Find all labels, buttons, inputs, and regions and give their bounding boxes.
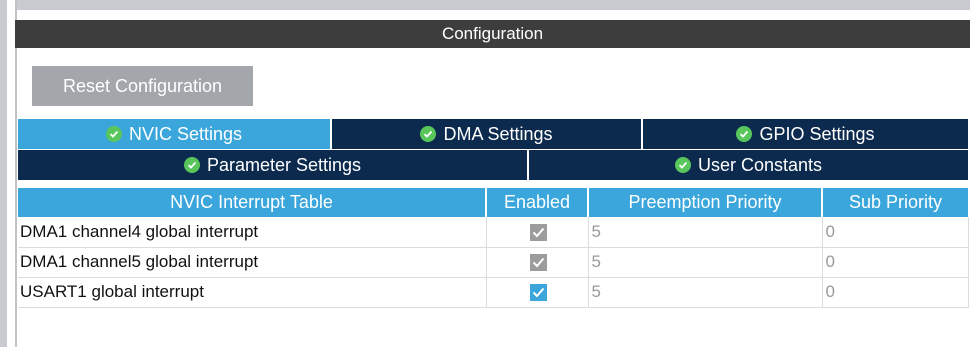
- preemption-priority-value[interactable]: 5: [588, 247, 823, 278]
- interrupt-name: USART1 global interrupt: [18, 277, 487, 308]
- sub-priority-value[interactable]: 0: [822, 277, 969, 308]
- panel-left-border: [15, 0, 17, 347]
- table-row[interactable]: DMA1 channel5 global interrupt 5 0: [18, 247, 969, 278]
- checkbox-icon[interactable]: [529, 254, 547, 272]
- table-row[interactable]: DMA1 channel4 global interrupt 5 0: [18, 217, 969, 248]
- tab-user-constants[interactable]: User Constants: [529, 150, 968, 180]
- tab-label: GPIO Settings: [759, 123, 875, 144]
- nvic-interrupt-table: NVIC Interrupt Table Enabled Preemption …: [18, 188, 969, 308]
- configuration-title: Configuration: [441, 24, 544, 43]
- check-circle-icon: [736, 126, 753, 142]
- enabled-cell: [486, 247, 589, 278]
- column-header-preemption[interactable]: Preemption Priority: [588, 188, 823, 217]
- check-circle-icon: [105, 126, 122, 142]
- preemption-priority-value[interactable]: 5: [588, 217, 823, 248]
- enabled-cell: [486, 217, 589, 248]
- tab-parameter-settings[interactable]: Parameter Settings: [18, 150, 529, 180]
- checkbox-icon[interactable]: [529, 223, 547, 241]
- check-circle-icon: [420, 126, 437, 142]
- table-row[interactable]: USART1 global interrupt 5 0: [18, 277, 969, 308]
- tab-row-2: Parameter Settings User Constants: [18, 150, 968, 180]
- left-scroll-strip: [0, 0, 7, 347]
- sub-priority-value[interactable]: 0: [822, 217, 969, 248]
- tab-label: DMA Settings: [443, 123, 553, 144]
- tab-label: Parameter Settings: [206, 154, 362, 175]
- top-divider: [15, 0, 970, 10]
- enabled-cell: [486, 277, 589, 308]
- column-header-sub-priority[interactable]: Sub Priority: [822, 188, 968, 217]
- tab-label: User Constants: [697, 154, 823, 175]
- sub-priority-value[interactable]: 0: [822, 247, 969, 278]
- column-header-enabled[interactable]: Enabled: [486, 188, 589, 217]
- tab-row-1: NVIC Settings DMA Settings GPIO Settings: [18, 119, 968, 149]
- check-circle-icon: [183, 157, 200, 173]
- table-header-row: NVIC Interrupt Table Enabled Preemption …: [18, 188, 968, 217]
- reset-configuration-button[interactable]: Reset Configuration: [32, 66, 253, 106]
- interrupt-name: DMA1 channel5 global interrupt: [18, 247, 487, 278]
- tab-nvic-settings[interactable]: NVIC Settings: [18, 119, 332, 149]
- preemption-priority-value[interactable]: 5: [588, 277, 823, 308]
- column-header-interrupt[interactable]: NVIC Interrupt Table: [18, 188, 487, 217]
- configuration-header: Configuration: [15, 20, 970, 48]
- tab-gpio-settings[interactable]: GPIO Settings: [643, 119, 968, 149]
- tab-label: NVIC Settings: [128, 123, 243, 144]
- interrupt-name: DMA1 channel4 global interrupt: [18, 217, 487, 248]
- check-circle-icon: [674, 157, 691, 173]
- tab-dma-settings[interactable]: DMA Settings: [332, 119, 643, 149]
- checkbox-icon[interactable]: [529, 284, 547, 302]
